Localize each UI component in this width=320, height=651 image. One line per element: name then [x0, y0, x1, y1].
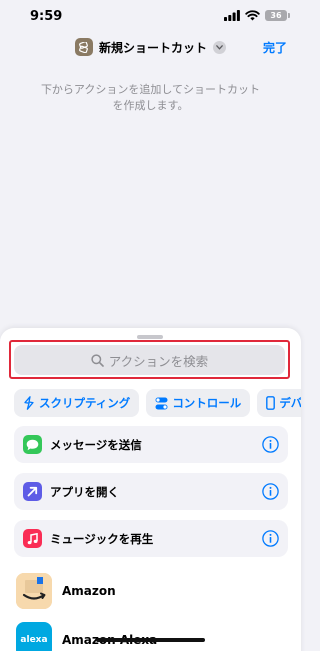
chip-label: デバ — [279, 396, 301, 410]
empty-state-hint: 下からアクションを追加してショートカット を作成します。 — [20, 82, 281, 114]
status-icons: 36 — [224, 10, 290, 21]
open-app-icon — [23, 482, 42, 501]
suggestion-label: アプリを開く — [50, 485, 119, 499]
alexa-icon: alexa — [16, 622, 52, 651]
sheet-grabber[interactable] — [137, 335, 163, 339]
device-icon — [266, 396, 276, 410]
chip-device[interactable]: デバ — [257, 389, 301, 417]
search-icon — [91, 353, 104, 367]
suggestion-send-message[interactable]: メッセージを送信 — [14, 426, 288, 463]
search-placeholder: アクションを検索 — [108, 353, 209, 369]
shortcut-title-menu[interactable]: 新規ショートカット — [0, 38, 301, 56]
search-input[interactable]: アクションを検索 — [14, 345, 285, 375]
alexa-badge: alexa — [20, 635, 48, 645]
chip-control[interactable]: コントロール — [146, 389, 251, 417]
nav-title[interactable]: 新規ショートカット — [99, 39, 207, 56]
suggestion-label: ミュージックを再生 — [50, 532, 154, 546]
status-bar: 9:59 36 — [0, 0, 301, 34]
info-icon[interactable] — [262, 436, 279, 453]
suggestion-label: メッセージを送信 — [50, 438, 142, 452]
amazon-icon — [16, 573, 52, 609]
done-button[interactable]: 完了 — [263, 39, 287, 56]
control-icon — [155, 397, 168, 409]
chip-label: コントロール — [172, 396, 242, 410]
app-row-amazon-alexa[interactable]: alexa Amazon Alexa — [14, 620, 288, 651]
hint-line-1: 下からアクションを追加してショートカット — [40, 83, 261, 96]
nav-bar: 新規ショートカット 完了 — [0, 34, 301, 64]
suggestion-play-music[interactable]: ミュージックを再生 — [14, 520, 288, 557]
category-chips: スクリプティング コントロール デバ — [14, 389, 301, 417]
shortcut-icon[interactable] — [74, 38, 93, 56]
info-icon[interactable] — [262, 530, 279, 547]
chip-label: スクリプティング — [39, 396, 131, 410]
info-icon[interactable] — [262, 483, 279, 500]
app-label: Amazon — [62, 584, 116, 598]
chevron-down-icon[interactable] — [213, 40, 226, 54]
hint-line-2: を作成します。 — [112, 99, 189, 112]
music-icon — [23, 529, 42, 548]
battery-icon: 36 — [265, 10, 290, 21]
action-sheet: アクションを検索 スクリプティング コントロール デバ メッセージを送信 アプリ… — [0, 328, 301, 651]
messages-icon — [23, 435, 42, 454]
scripting-icon — [24, 396, 34, 410]
battery-level: 36 — [270, 11, 282, 20]
status-time: 9:59 — [30, 9, 63, 24]
wifi-icon — [245, 10, 260, 21]
suggestion-open-app[interactable]: アプリを開く — [14, 473, 288, 510]
cellular-signal-icon — [224, 10, 240, 21]
chip-scripting[interactable]: スクリプティング — [14, 389, 140, 417]
app-row-amazon[interactable]: Amazon — [14, 571, 288, 611]
home-indicator[interactable] — [96, 638, 205, 642]
